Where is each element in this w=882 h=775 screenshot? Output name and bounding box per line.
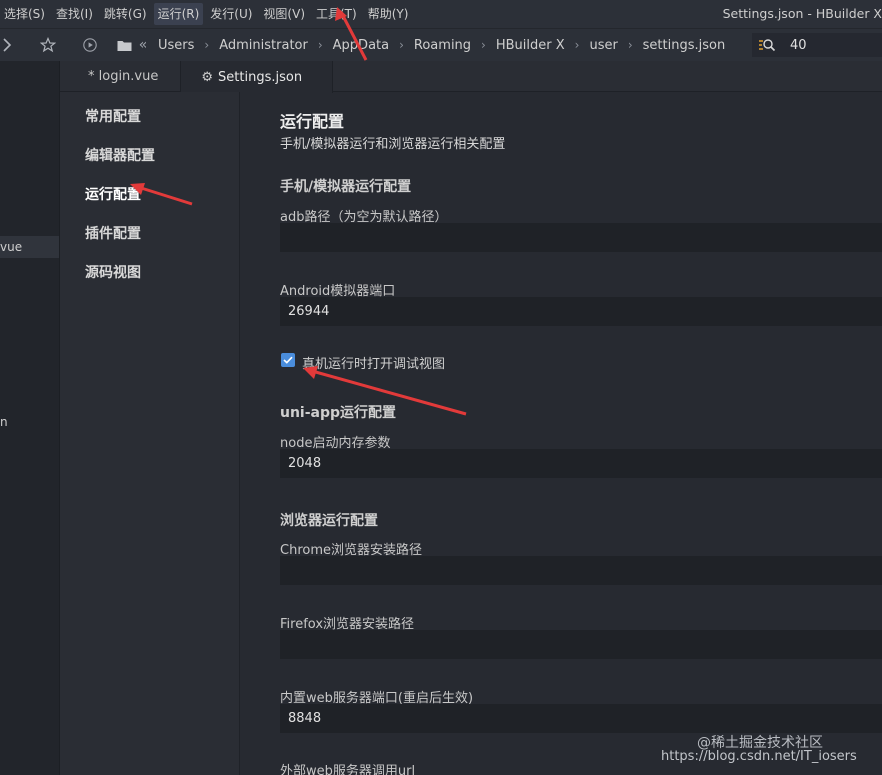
menu-run[interactable]: 运行(R) xyxy=(153,3,204,25)
breadcrumb-item[interactable]: HBuilder X xyxy=(496,38,565,53)
explorer-item-label: vue xyxy=(0,240,23,254)
tab-label: * login.vue xyxy=(88,69,159,84)
star-icon[interactable] xyxy=(38,37,58,53)
gear-icon: ⚙ xyxy=(201,69,214,85)
settings-nav-source-view[interactable]: 源码视图 xyxy=(85,262,141,282)
web-server-port-input[interactable] xyxy=(280,704,882,733)
breadcrumb-item[interactable]: Users xyxy=(158,38,194,53)
folder-icon xyxy=(116,39,132,52)
zoom-search-icon[interactable] xyxy=(758,37,776,53)
settings-nav-plugins[interactable]: 插件配置 xyxy=(85,223,141,243)
breadcrumb-separator: › xyxy=(627,38,633,52)
settings-category-nav: 常用配置 编辑器配置 运行配置 插件配置 源码视图 xyxy=(60,92,240,775)
menu-goto[interactable]: 跳转(G) xyxy=(100,3,151,25)
double-chevron-left-icon[interactable]: « xyxy=(136,37,150,53)
explorer-item-vue[interactable]: vue xyxy=(0,236,59,258)
android-port-input[interactable] xyxy=(280,297,882,326)
breadcrumb-separator: › xyxy=(317,38,323,52)
play-circle-icon[interactable] xyxy=(80,37,100,53)
menu-find[interactable]: 查找(I) xyxy=(52,3,97,25)
page-title: 运行配置 xyxy=(280,112,345,131)
breadcrumb-item[interactable]: Roaming xyxy=(414,38,471,53)
node-memory-input[interactable] xyxy=(280,449,882,478)
explorer-item-label: n xyxy=(0,415,8,429)
breadcrumb-separator: › xyxy=(204,38,210,52)
menu-view[interactable]: 视图(V) xyxy=(259,3,309,25)
debug-view-checkbox[interactable] xyxy=(281,353,295,367)
breadcrumb-item[interactable]: Administrator xyxy=(219,38,308,53)
project-explorer-strip: vue n xyxy=(0,61,60,775)
tab-settings-json[interactable]: ⚙ Settings.json xyxy=(181,61,334,93)
chrome-path-input[interactable] xyxy=(280,556,882,585)
menu-bar: 选择(S) 查找(I) 跳转(G) 运行(R) 发行(U) 视图(V) 工具(T… xyxy=(0,0,882,28)
breadcrumb-separator: › xyxy=(574,38,580,52)
settings-nav-run[interactable]: 运行配置 xyxy=(85,184,141,204)
menu-help[interactable]: 帮助(Y) xyxy=(364,3,413,25)
page-description: 手机/模拟器运行和浏览器运行相关配置 xyxy=(280,137,506,152)
settings-nav-editor[interactable]: 编辑器配置 xyxy=(85,145,155,165)
breadcrumb-item[interactable]: settings.json xyxy=(643,38,726,53)
watermark-csdn: https://blog.csdn.net/IT_iosers xyxy=(661,749,857,764)
editor-tab-bar: * login.vue ⚙ Settings.json xyxy=(60,61,882,93)
breadcrumb-separator: › xyxy=(399,38,404,52)
group-title-mobile: 手机/模拟器运行配置 xyxy=(280,179,412,195)
firefox-path-input[interactable] xyxy=(280,630,882,659)
menu-publish[interactable]: 发行(U) xyxy=(206,3,256,25)
chevron-right-icon[interactable] xyxy=(0,37,14,53)
debug-view-checkbox-label[interactable]: 真机运行时打开调试视图 xyxy=(302,353,445,372)
settings-content: 运行配置 手机/模拟器运行和浏览器运行相关配置 手机/模拟器运行配置 adb路径… xyxy=(240,92,882,775)
zoom-control[interactable]: 40 xyxy=(752,33,882,57)
settings-nav-general[interactable]: 常用配置 xyxy=(85,106,141,126)
menu-tools[interactable]: 工具(T) xyxy=(312,3,361,25)
adb-path-input[interactable] xyxy=(280,223,882,252)
group-title-uniapp: uni-app运行配置 xyxy=(280,405,397,421)
zoom-value: 40 xyxy=(790,37,807,53)
tab-login-vue[interactable]: * login.vue xyxy=(60,61,182,92)
tab-label: Settings.json xyxy=(218,69,303,85)
menu-select[interactable]: 选择(S) xyxy=(0,3,49,25)
external-server-url-label: 外部web服务器调用url xyxy=(280,764,416,775)
breadcrumb-separator: › xyxy=(481,38,486,52)
explorer-item-fragment[interactable]: n xyxy=(0,413,59,431)
address-toolbar: « Users › Administrator › AppData › Roam… xyxy=(0,28,882,61)
window-title: Settings.json - HBuilder X xyxy=(722,6,882,21)
group-title-browser: 浏览器运行配置 xyxy=(280,513,378,529)
breadcrumb-item[interactable]: AppData xyxy=(333,38,389,53)
breadcrumb-item[interactable]: user xyxy=(589,38,617,53)
